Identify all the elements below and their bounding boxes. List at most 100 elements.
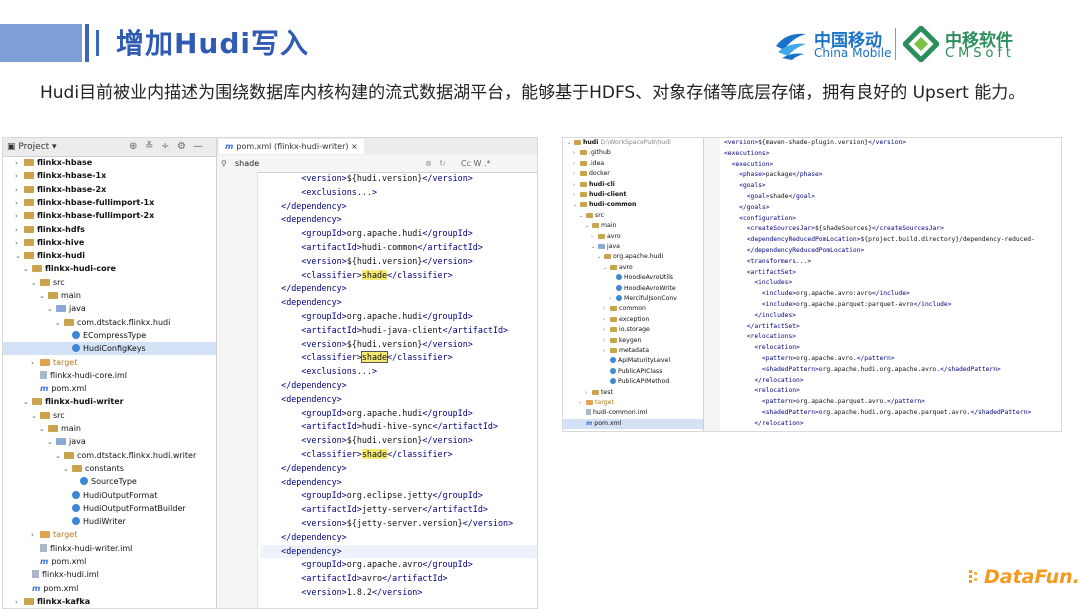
tree-item[interactable]: ⌄ com.dtstack.flinkx.hudi.writer [3,449,216,462]
tree-item[interactable]: m pom.xml [3,555,216,568]
code-line[interactable]: <execution> [724,160,774,171]
code-line[interactable]: <transformers...> [724,257,811,268]
code-line[interactable]: <version>${hudi.version}</version> [261,172,537,186]
chevron-icon[interactable]: › [15,184,24,197]
tree-item[interactable]: PublicAPIMethod [563,377,703,388]
chevron-icon[interactable]: › [603,346,610,357]
tree-item[interactable]: › flinkx-hdfs [3,223,216,237]
code-line[interactable]: <dependency> [261,393,537,407]
code-line[interactable]: </dependency> [261,200,537,214]
chevron-icon[interactable]: ⌄ [579,211,586,222]
code-line[interactable]: <relocation> [724,343,800,354]
chevron-icon[interactable]: › [15,224,24,237]
tree-item[interactable]: ECompressType [3,329,216,342]
code-line[interactable]: <exclusions...> [261,365,537,379]
code-line[interactable]: <shadedPattern>org.apache.hudi.org.apach… [724,408,1031,419]
code-line[interactable]: <shadedPattern>org.apache.hudi.org.apach… [724,365,1001,376]
chevron-icon[interactable]: › [15,237,24,250]
code-line[interactable]: <version>1.8.2</version> [261,586,537,600]
find-options[interactable]: Cc W .* [461,155,491,172]
tree-item[interactable]: ⌄ flinkx-hudi [3,249,216,263]
code-line[interactable]: <executions> [724,149,770,160]
code-line[interactable]: <pattern>org.apache.avro.</pattern> [724,354,895,365]
code-line[interactable]: </relocation> [724,419,803,430]
code-line[interactable]: <classifier>shade</classifier> [261,269,537,283]
code-line[interactable]: <groupId>org.apache.hudi</groupId> [261,407,537,421]
tree-item[interactable]: ⌄ flinkx-hudi-core [3,262,216,276]
gear-icon[interactable]: ⚙ [177,138,186,156]
code-line[interactable]: <goal>shade</goal> [724,192,815,203]
tree-item[interactable]: › flinkx-hbase-fullimport-2x [3,209,216,222]
tree-item[interactable]: HoodieAvroUtils [563,273,703,284]
code-line[interactable]: <include>org.apache.avro:avro</include> [724,289,910,300]
chevron-icon[interactable]: › [15,157,24,170]
code-line[interactable]: <dependency> [261,296,537,310]
tree-item[interactable]: ⌄ java [563,242,703,253]
tree-item[interactable]: flinkx-hudi.iml [3,568,216,581]
chevron-icon[interactable]: › [609,294,616,305]
code-line[interactable]: </goals> [724,203,769,214]
chevron-icon[interactable]: › [573,180,580,191]
chevron-icon[interactable]: ⌄ [31,277,40,290]
tree-item[interactable]: HudiOutputFormatBuilder [3,502,216,515]
tree-item[interactable]: › target [563,398,703,409]
code-line[interactable]: <groupId>org.apache.hudi</groupId> [261,227,537,241]
find-clear-icon[interactable]: ⊗ [425,155,432,172]
code-line[interactable]: <version>${jetty-server.version}</versio… [261,517,537,531]
chevron-icon[interactable]: › [591,232,598,243]
code-line[interactable]: <artifactId>hudi-java-client</artifactId… [261,324,537,338]
tree-item[interactable]: ⌄ flinkx-hudi-writer [3,395,216,408]
tree-item[interactable]: › test [563,388,703,399]
code-line[interactable]: </dependency> [261,379,537,393]
chevron-icon[interactable]: ⌄ [567,138,574,149]
tree-item[interactable]: flinkx-hudi-core.iml [3,369,216,382]
code-line[interactable]: <dependency> [261,213,537,227]
code-line[interactable]: <classifier>shade</classifier> [261,448,537,462]
tree-item[interactable]: ⌄ main [563,221,703,232]
expand-icon[interactable]: ÷ [161,138,169,156]
tree-item[interactable]: ⌄ src [563,211,703,222]
code-line[interactable]: <groupId>org.apache.avro</groupId> [261,558,537,572]
tree-item[interactable]: › docker [563,169,703,180]
tree-item[interactable]: HudiOutputFormat [3,489,216,502]
code-line[interactable]: <version>${hudi.version}</version> [261,338,537,352]
code-line[interactable]: <dependency> [261,476,537,490]
code-line[interactable]: </dependency> [261,282,537,296]
tree-item[interactable]: m pom.xml [3,582,216,595]
tree-item[interactable]: › metadata [563,346,703,357]
collapse-icon[interactable]: ≚ [145,138,153,156]
tree-item[interactable]: ⌄ org.apache.hudi [563,252,703,263]
chevron-icon[interactable]: › [573,190,580,201]
chevron-icon[interactable]: ⌄ [23,263,32,276]
tree-item[interactable]: ⌄ avro [563,263,703,274]
chevron-icon[interactable]: ⌄ [585,221,592,232]
tree-item[interactable]: › exception [563,315,703,326]
chevron-icon[interactable]: ⌄ [39,290,48,303]
code-line[interactable]: <groupId>org.apache.hudi</groupId> [261,310,537,324]
tree-item[interactable]: › target [3,356,216,369]
chevron-icon[interactable]: › [573,169,580,180]
chevron-icon[interactable]: › [573,148,580,159]
code-line[interactable]: <pattern>org.apache.parquet.avro.</patte… [724,397,925,408]
code-line[interactable]: <configuration> [724,214,796,225]
chevron-icon[interactable]: ⌄ [603,263,610,274]
code-line[interactable]: <phase>package</phase> [724,170,822,181]
chevron-icon[interactable]: › [15,197,24,210]
minimize-icon[interactable]: — [193,138,203,156]
chevron-icon[interactable]: ⌄ [15,250,24,263]
tree-item[interactable]: › MercifulJsonConv [563,294,703,305]
tree-item[interactable]: m pom.xml [563,418,703,430]
chevron-icon[interactable]: › [15,170,24,183]
tree-item[interactable]: HudiWriter [3,515,216,528]
tree-item[interactable]: › keygen [563,336,703,347]
tree-item[interactable]: › flinkx-hbase-fullimport-1x [3,196,216,210]
chevron-icon[interactable]: › [603,304,610,315]
tree-item[interactable]: › .github [563,148,703,159]
code-line[interactable]: <version>${hudi.version}</version> [261,434,537,448]
tree-item[interactable]: › flinkx-hive [3,236,216,250]
tree-item[interactable]: HoodieAvroWrite [563,284,703,295]
tree-item[interactable]: › flinkx-hbase-1x [3,169,216,183]
project-dropdown[interactable]: ▣ Project ▾ [7,138,57,156]
tree-item[interactable]: ApiMaturityLevel [563,356,703,367]
chevron-icon[interactable]: › [579,398,586,409]
